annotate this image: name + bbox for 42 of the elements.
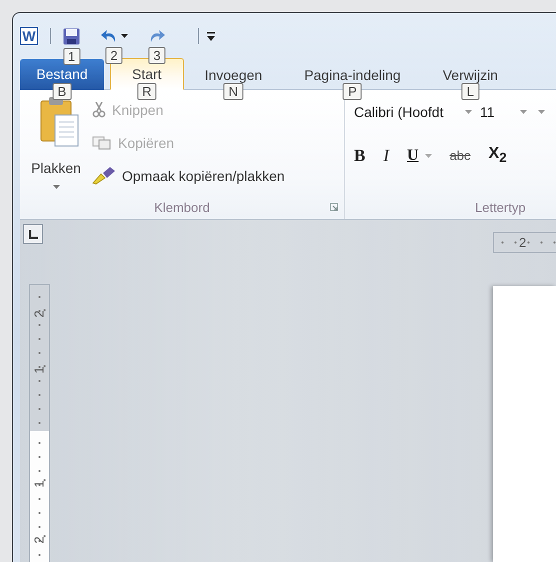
tab-selector-button[interactable] [23,224,43,244]
strikethrough-button[interactable]: abc [450,146,471,166]
bold-button[interactable]: B [354,146,366,166]
keytip-badge: 2 [105,47,123,64]
keytip-badge: R [137,83,156,100]
ruler-number: 1 [32,364,46,376]
underline-button[interactable]: U [407,146,419,166]
customize-menu-icon [207,32,215,40]
caret-icon [52,185,60,189]
font-name-field[interactable]: Calibri (Hoofdt [354,102,472,122]
ruler-number: 2 [32,534,46,546]
paste-label: Plakken [31,160,81,176]
app-logo: W [20,27,38,45]
font-size-field[interactable]: 11 [480,102,530,122]
caret-icon [538,110,545,114]
format-painter-button[interactable]: Opmaak kopiëren/plakken [92,166,285,186]
copy-pages-icon [92,136,112,150]
redo-button[interactable] [148,28,166,44]
keytip-badge: P [343,83,362,100]
keytip-badge: B [52,83,72,100]
save-button[interactable] [63,28,80,44]
keytip-badge: L [462,83,479,100]
dialog-launcher-icon [330,203,338,211]
keytip-badge: N [224,83,244,100]
undo-button[interactable] [100,28,128,44]
left-tab-icon [28,230,38,238]
redo-arrow-icon [148,28,166,44]
keytip-badge: 1 [62,48,80,64]
clipboard-icon [39,97,79,147]
group-label: Klembord [154,200,210,214]
ruler-number: 1 [32,478,46,490]
group-label: Lettertyp [475,200,526,214]
scissors-icon [92,102,106,118]
caret-icon [520,110,527,114]
ruler-number: 2 [32,308,46,320]
caret-icon [465,110,472,114]
paintbrush-icon [92,167,116,185]
subscript-button[interactable]: X$_{2}$ [488,144,507,168]
keytip-badge: 3 [148,47,166,64]
ruler-number: 2 [518,235,528,250]
italic-button[interactable]: I [383,146,390,166]
undo-arrow-icon [100,28,118,44]
